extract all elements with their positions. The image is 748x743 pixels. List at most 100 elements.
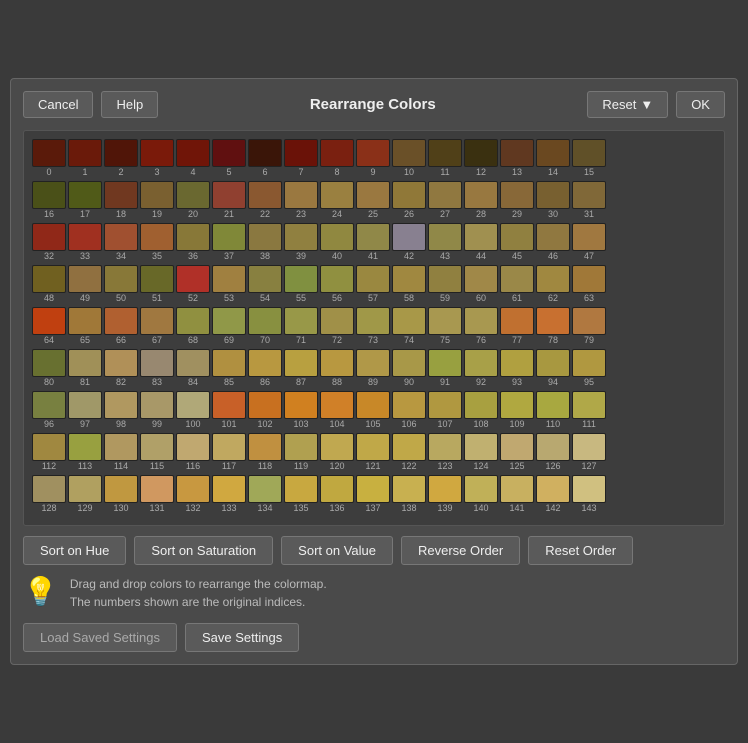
color-cell[interactable]: 109 [500,391,534,429]
color-cell[interactable]: 136 [320,475,354,513]
color-cell[interactable]: 31 [572,181,606,219]
color-cell[interactable]: 25 [356,181,390,219]
color-cell[interactable]: 35 [140,223,174,261]
color-cell[interactable]: 89 [356,349,390,387]
color-cell[interactable]: 123 [428,433,462,471]
color-cell[interactable]: 12 [464,139,498,177]
color-cell[interactable]: 88 [320,349,354,387]
color-cell[interactable]: 104 [320,391,354,429]
color-cell[interactable]: 18 [104,181,138,219]
reset-button[interactable]: Reset ▼ [587,91,668,118]
color-cell[interactable]: 40 [320,223,354,261]
color-cell[interactable]: 13 [500,139,534,177]
color-cell[interactable]: 67 [140,307,174,345]
color-cell[interactable]: 33 [68,223,102,261]
color-cell[interactable]: 99 [140,391,174,429]
color-cell[interactable]: 69 [212,307,246,345]
color-cell[interactable]: 72 [320,307,354,345]
color-cell[interactable]: 91 [428,349,462,387]
color-cell[interactable]: 15 [572,139,606,177]
sort-saturation-button[interactable]: Sort on Saturation [134,536,273,565]
color-cell[interactable]: 32 [32,223,66,261]
color-cell[interactable]: 49 [68,265,102,303]
color-cell[interactable]: 0 [32,139,66,177]
color-cell[interactable]: 43 [428,223,462,261]
color-cell[interactable]: 141 [500,475,534,513]
color-cell[interactable]: 6 [248,139,282,177]
color-cell[interactable]: 21 [212,181,246,219]
color-cell[interactable]: 119 [284,433,318,471]
color-cell[interactable]: 82 [104,349,138,387]
color-cell[interactable]: 131 [140,475,174,513]
color-cell[interactable]: 22 [248,181,282,219]
color-cell[interactable]: 45 [500,223,534,261]
sort-hue-button[interactable]: Sort on Hue [23,536,126,565]
color-cell[interactable]: 110 [536,391,570,429]
color-cell[interactable]: 93 [500,349,534,387]
color-cell[interactable]: 126 [536,433,570,471]
color-cell[interactable]: 97 [68,391,102,429]
color-cell[interactable]: 125 [500,433,534,471]
color-cell[interactable]: 87 [284,349,318,387]
color-cell[interactable]: 121 [356,433,390,471]
color-cell[interactable]: 24 [320,181,354,219]
color-cell[interactable]: 56 [320,265,354,303]
color-cell[interactable]: 44 [464,223,498,261]
color-cell[interactable]: 37 [212,223,246,261]
color-cell[interactable]: 34 [104,223,138,261]
color-cell[interactable]: 101 [212,391,246,429]
color-cell[interactable]: 94 [536,349,570,387]
color-cell[interactable]: 50 [104,265,138,303]
color-cell[interactable]: 128 [32,475,66,513]
color-cell[interactable]: 42 [392,223,426,261]
color-cell[interactable]: 132 [176,475,210,513]
color-cell[interactable]: 9 [356,139,390,177]
color-cell[interactable]: 118 [248,433,282,471]
color-cell[interactable]: 70 [248,307,282,345]
color-cell[interactable]: 120 [320,433,354,471]
color-cell[interactable]: 84 [176,349,210,387]
color-cell[interactable]: 26 [392,181,426,219]
color-cell[interactable]: 5 [212,139,246,177]
ok-button[interactable]: OK [676,91,725,118]
color-cell[interactable]: 48 [32,265,66,303]
color-cell[interactable]: 135 [284,475,318,513]
color-cell[interactable]: 78 [536,307,570,345]
color-cell[interactable]: 142 [536,475,570,513]
color-cell[interactable]: 139 [428,475,462,513]
color-cell[interactable]: 55 [284,265,318,303]
color-cell[interactable]: 20 [176,181,210,219]
color-cell[interactable]: 16 [32,181,66,219]
color-cell[interactable]: 28 [464,181,498,219]
color-cell[interactable]: 115 [140,433,174,471]
color-cell[interactable]: 81 [68,349,102,387]
color-cell[interactable]: 83 [140,349,174,387]
color-cell[interactable]: 65 [68,307,102,345]
color-cell[interactable]: 7 [284,139,318,177]
color-cell[interactable]: 130 [104,475,138,513]
color-cell[interactable]: 71 [284,307,318,345]
color-cell[interactable]: 4 [176,139,210,177]
color-cell[interactable]: 129 [68,475,102,513]
color-cell[interactable]: 86 [248,349,282,387]
color-cell[interactable]: 14 [536,139,570,177]
color-cell[interactable]: 137 [356,475,390,513]
color-cell[interactable]: 133 [212,475,246,513]
color-cell[interactable]: 79 [572,307,606,345]
color-cell[interactable]: 8 [320,139,354,177]
color-cell[interactable]: 124 [464,433,498,471]
color-cell[interactable]: 19 [140,181,174,219]
color-cell[interactable]: 122 [392,433,426,471]
color-cell[interactable]: 96 [32,391,66,429]
color-cell[interactable]: 113 [68,433,102,471]
color-cell[interactable]: 41 [356,223,390,261]
color-cell[interactable]: 74 [392,307,426,345]
color-cell[interactable]: 73 [356,307,390,345]
color-cell[interactable]: 107 [428,391,462,429]
save-settings-button[interactable]: Save Settings [185,623,299,652]
color-cell[interactable]: 92 [464,349,498,387]
color-cell[interactable]: 38 [248,223,282,261]
color-cell[interactable]: 100 [176,391,210,429]
color-cell[interactable]: 59 [428,265,462,303]
color-cell[interactable]: 143 [572,475,606,513]
